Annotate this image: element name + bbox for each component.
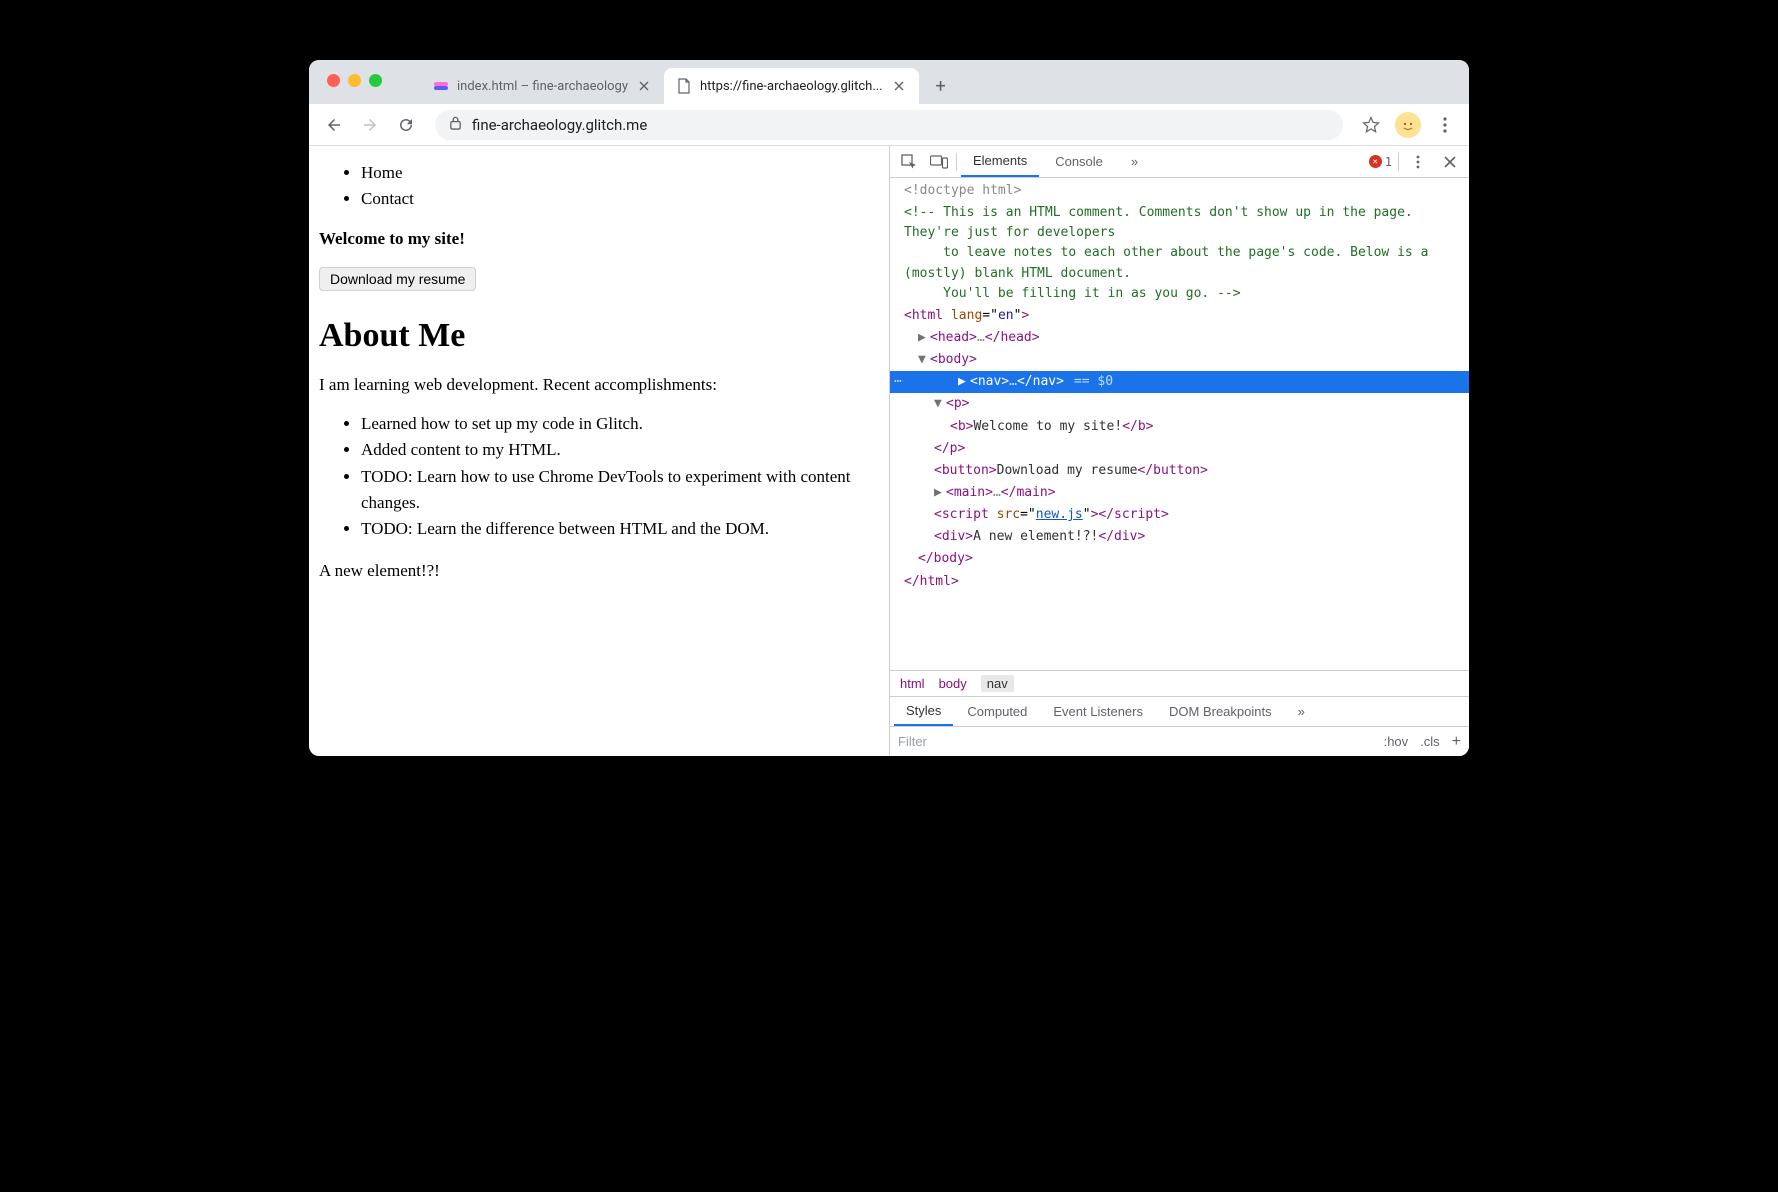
- welcome-heading: Welcome to my site!: [319, 229, 879, 249]
- new-style-rule-button[interactable]: +: [1452, 733, 1461, 751]
- expand-triangle-icon[interactable]: ▶: [918, 328, 930, 348]
- dom-html-open: <html: [904, 308, 951, 323]
- collapse-triangle-icon[interactable]: ▼: [918, 350, 930, 370]
- nav-item-contact[interactable]: Contact: [361, 186, 879, 212]
- tab-console[interactable]: Console: [1043, 146, 1115, 177]
- tab-elements[interactable]: Elements: [961, 146, 1039, 177]
- tab-styles[interactable]: Styles: [894, 697, 953, 726]
- tab-title: https://fine-archaeology.glitch...: [700, 79, 883, 94]
- tab-close-button[interactable]: [891, 78, 907, 94]
- back-button[interactable]: [319, 110, 349, 140]
- tab-more[interactable]: »: [1119, 146, 1150, 177]
- new-element-text: A new element!?!: [319, 561, 879, 581]
- profile-avatar[interactable]: [1395, 112, 1421, 138]
- dom-comment: <!-- This is an HTML comment. Comments d…: [904, 205, 1436, 301]
- accomplishments-list: Learned how to set up my code in Glitch.…: [361, 411, 879, 543]
- devtools-tabbar: Elements Console » ✕ 1: [890, 146, 1469, 178]
- separator: [956, 153, 957, 171]
- styles-filter-row: :hov .cls +: [890, 726, 1469, 756]
- intro-text: I am learning web development. Recent ac…: [319, 375, 879, 395]
- nav-list: Home Contact: [361, 160, 879, 211]
- page-favicon-icon: [676, 78, 692, 94]
- maximize-window-button[interactable]: [369, 74, 382, 87]
- dom-doctype: <!doctype html>: [904, 183, 1021, 198]
- tab-close-button[interactable]: [636, 78, 652, 94]
- url-text: fine-archaeology.glitch.me: [472, 116, 647, 134]
- list-item: Added content to my HTML.: [361, 437, 879, 463]
- list-item: TODO: Learn how to use Chrome DevTools t…: [361, 464, 879, 517]
- errors-count: 1: [1385, 155, 1392, 169]
- styles-tabbar: Styles Computed Event Listeners DOM Brea…: [890, 696, 1469, 726]
- tab-bar: index.html – fine-archaeology https://fi…: [309, 60, 1469, 104]
- glitch-favicon-icon: [433, 78, 449, 94]
- collapse-triangle-icon[interactable]: ▼: [934, 394, 946, 414]
- tab-computed[interactable]: Computed: [955, 697, 1039, 726]
- console-ref: == $0: [1074, 372, 1113, 392]
- error-icon: ✕: [1369, 155, 1382, 168]
- hov-toggle[interactable]: :hov: [1384, 734, 1409, 749]
- device-toolbar-button[interactable]: [926, 149, 952, 175]
- breadcrumb-body[interactable]: body: [939, 676, 967, 691]
- breadcrumb-html[interactable]: html: [900, 676, 925, 691]
- tab-dom-breakpoints[interactable]: DOM Breakpoints: [1157, 697, 1284, 726]
- list-item: TODO: Learn the difference between HTML …: [361, 516, 879, 542]
- close-devtools-button[interactable]: [1437, 149, 1463, 175]
- breadcrumb-nav[interactable]: nav: [981, 675, 1014, 692]
- dom-selected-nav[interactable]: ⋯ ▶<nav>…</nav>== $0: [890, 371, 1469, 393]
- errors-badge[interactable]: ✕ 1: [1369, 155, 1392, 169]
- script-src-link[interactable]: new.js: [1036, 507, 1083, 522]
- tab-inactive[interactable]: index.html – fine-archaeology: [421, 68, 664, 104]
- inspect-element-button[interactable]: [896, 149, 922, 175]
- minimize-window-button[interactable]: [348, 74, 361, 87]
- lock-icon: [449, 116, 462, 134]
- dom-tree[interactable]: <!doctype html> <!-- This is an HTML com…: [890, 178, 1469, 670]
- list-item: Learned how to set up my code in Glitch.: [361, 411, 879, 437]
- close-window-button[interactable]: [327, 74, 340, 87]
- rendered-page: Home Contact Welcome to my site! Downloa…: [309, 146, 889, 756]
- tab-styles-more[interactable]: »: [1286, 697, 1317, 726]
- toolbar-right: [1357, 111, 1459, 139]
- separator: [1398, 153, 1399, 171]
- tab-event-listeners[interactable]: Event Listeners: [1041, 697, 1155, 726]
- tab-title: index.html – fine-archaeology: [457, 79, 628, 94]
- tab-active[interactable]: https://fine-archaeology.glitch...: [664, 68, 919, 104]
- download-resume-button[interactable]: Download my resume: [319, 267, 476, 291]
- address-bar[interactable]: fine-archaeology.glitch.me: [435, 110, 1343, 140]
- browser-window: index.html – fine-archaeology https://fi…: [309, 60, 1469, 756]
- expand-triangle-icon[interactable]: ▶: [958, 372, 970, 392]
- devtools-menu-button[interactable]: [1405, 149, 1431, 175]
- tabs-container: index.html – fine-archaeology https://fi…: [421, 60, 955, 104]
- expand-triangle-icon[interactable]: ▶: [934, 483, 946, 503]
- about-heading: About Me: [319, 317, 879, 355]
- ellipsis-icon: ⋯: [890, 372, 906, 392]
- devtools-right-controls: ✕ 1: [1369, 149, 1463, 175]
- reload-button[interactable]: [391, 110, 421, 140]
- devtools-panel: Elements Console » ✕ 1: [889, 146, 1469, 756]
- window-controls: [327, 74, 382, 87]
- forward-button[interactable]: [355, 110, 385, 140]
- content-area: Home Contact Welcome to my site! Downloa…: [309, 146, 1469, 756]
- nav-item-home[interactable]: Home: [361, 160, 879, 186]
- toolbar: fine-archaeology.glitch.me: [309, 104, 1469, 146]
- cls-toggle[interactable]: .cls: [1420, 734, 1440, 749]
- new-tab-button[interactable]: +: [927, 72, 955, 100]
- chrome-menu-button[interactable]: [1431, 111, 1459, 139]
- dom-breadcrumb: html body nav: [890, 670, 1469, 696]
- styles-filter-input[interactable]: [898, 734, 1384, 749]
- bookmark-button[interactable]: [1357, 111, 1385, 139]
